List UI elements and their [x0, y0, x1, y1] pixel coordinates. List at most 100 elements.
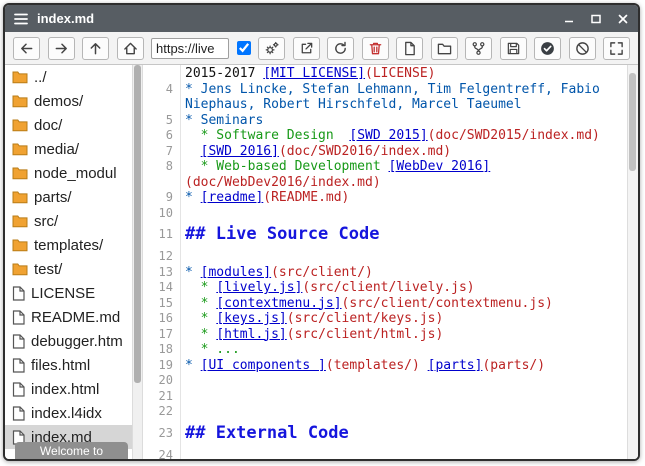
- code-line[interactable]: 14 * [lively.js](src/client/lively.js): [143, 280, 638, 296]
- sidebar-item-src[interactable]: src/: [5, 209, 132, 233]
- up-arrow-icon: [88, 41, 103, 56]
- up-button[interactable]: [82, 37, 109, 60]
- sidebar-scrollbar: [132, 65, 143, 459]
- code-line[interactable]: 21: [143, 389, 638, 405]
- code-line[interactable]: 11## Live Source Code: [143, 221, 638, 249]
- code-line[interactable]: 6 * Software Design [SWD 2015](doc/SWD20…: [143, 128, 638, 144]
- save-floppy-icon: [506, 41, 521, 56]
- sidebar-item-templates[interactable]: templates/: [5, 233, 132, 257]
- minimize-button[interactable]: [563, 13, 575, 25]
- sidebar-item-doc[interactable]: doc/: [5, 113, 132, 137]
- code-text: * [contextmenu.js](src/client/contextmen…: [180, 296, 553, 312]
- close-button[interactable]: [617, 13, 629, 25]
- git-branch-button[interactable]: [465, 37, 492, 60]
- maximize-button[interactable]: [590, 13, 602, 25]
- sidebar-item-label: LICENSE: [31, 285, 95, 302]
- code-line[interactable]: 17 * [html.js](src/client/html.js): [143, 327, 638, 343]
- main-area: ../ demos/doc/media/node_modul parts/src/t…: [5, 65, 638, 459]
- sidebar-item-node-modul[interactable]: node_modul: [5, 161, 132, 185]
- code-line[interactable]: (doc/WebDev2016/index.md): [143, 175, 638, 191]
- sidebar-scrollbar-thumb[interactable]: [134, 65, 141, 383]
- code-text: [180, 389, 185, 405]
- editor-scrollbar-thumb[interactable]: [629, 73, 636, 171]
- refresh-icon: [333, 41, 348, 56]
- sidebar-item-label: src/: [34, 213, 58, 230]
- sidebar-item-label: node_modul: [34, 165, 117, 182]
- line-number: 6: [143, 128, 180, 144]
- code-line[interactable]: 13* [modules](src/client/): [143, 265, 638, 281]
- code-line[interactable]: 4* Jens Lincke, Stefan Lehmann, Tim Felg…: [143, 82, 638, 98]
- code-line[interactable]: 20: [143, 373, 638, 389]
- code-line[interactable]: 10: [143, 206, 638, 222]
- code-line[interactable]: 19* [UI components ](templates/) [parts]…: [143, 358, 638, 374]
- sidebar-item-label: demos/: [34, 93, 83, 110]
- code-text: * Jens Lincke, Stefan Lehmann, Tim Felge…: [180, 82, 600, 98]
- file-icon: [12, 358, 25, 373]
- sidebar-item-label: files.html: [31, 357, 90, 374]
- line-number: 22: [143, 404, 180, 420]
- line-number: 7: [143, 144, 180, 160]
- code-text: (doc/WebDev2016/index.md): [180, 175, 381, 191]
- editor-scrollbar: [627, 65, 638, 459]
- url-input[interactable]: [151, 38, 229, 59]
- code-line[interactable]: 23## External Code: [143, 420, 638, 448]
- new-file-button[interactable]: [396, 37, 423, 60]
- code-line[interactable]: 16 * [keys.js](src/client/keys.js): [143, 311, 638, 327]
- code-line[interactable]: Niephaus, Robert Hirschfeld, Marcel Taeu…: [143, 97, 638, 113]
- auto-sync-checkbox[interactable]: [237, 41, 251, 55]
- line-number: 23: [143, 420, 180, 448]
- sidebar-item-label: doc/: [34, 117, 62, 134]
- sidebar-item-readme-md[interactable]: README.md: [5, 305, 132, 329]
- line-number: 8: [143, 159, 180, 175]
- refresh-button[interactable]: [327, 37, 354, 60]
- code-line[interactable]: 5* Seminars: [143, 113, 638, 129]
- code-line[interactable]: 15 * [contextmenu.js](src/client/context…: [143, 296, 638, 312]
- folder-icon: [12, 190, 28, 204]
- folder-button[interactable]: [431, 37, 458, 60]
- home-icon: [123, 41, 138, 56]
- back-button[interactable]: [13, 37, 40, 60]
- code-line[interactable]: 7 [SWD 2016](doc/SWD2016/index.md): [143, 144, 638, 160]
- code-text: [180, 448, 185, 460]
- sidebar-item-debugger-htm[interactable]: debugger.htm: [5, 329, 132, 353]
- delete-button[interactable]: [362, 37, 389, 60]
- sidebar-item-media[interactable]: media/: [5, 137, 132, 161]
- line-number: 10: [143, 206, 180, 222]
- file-icon: [12, 406, 25, 421]
- line-number: 18: [143, 342, 180, 358]
- open-external-button[interactable]: [293, 37, 320, 60]
- sidebar-item-[interactable]: ../: [5, 65, 132, 89]
- code-text: * ...: [180, 342, 240, 358]
- sidebar-item-license[interactable]: LICENSE: [5, 281, 132, 305]
- code-line[interactable]: 8 * Web-based Development [WebDev 2016]: [143, 159, 638, 175]
- code-line[interactable]: 12: [143, 249, 638, 265]
- home-button[interactable]: [117, 37, 144, 60]
- accept-button[interactable]: [534, 37, 561, 60]
- code-line[interactable]: 18 * ...: [143, 342, 638, 358]
- sidebar-item-test[interactable]: test/: [5, 257, 132, 281]
- sidebar-item-index-html[interactable]: index.html: [5, 377, 132, 401]
- sidebar-item-demos[interactable]: demos/: [5, 89, 132, 113]
- fullscreen-icon: [609, 41, 624, 56]
- settings-button[interactable]: [258, 37, 285, 60]
- sidebar-item-label: debugger.htm: [31, 333, 123, 350]
- code-line[interactable]: 2015-2017 [MIT LICENSE](LICENSE): [143, 66, 638, 82]
- markdown-editor[interactable]: 2015-2017 [MIT LICENSE](LICENSE)4* Jens …: [143, 65, 638, 459]
- sidebar-item-parts[interactable]: parts/: [5, 185, 132, 209]
- cancel-button[interactable]: [569, 37, 596, 60]
- line-number: 21: [143, 389, 180, 405]
- sidebar-item-label: parts/: [34, 189, 72, 206]
- code-line[interactable]: 24: [143, 448, 638, 460]
- titlebar[interactable]: index.md: [5, 5, 638, 32]
- sidebar-item-index-l4idx[interactable]: index.l4idx: [5, 401, 132, 425]
- forward-button[interactable]: [48, 37, 75, 60]
- code-line[interactable]: 9* [readme](README.md): [143, 190, 638, 206]
- hamburger-menu-icon[interactable]: [14, 13, 28, 25]
- save-button[interactable]: [500, 37, 527, 60]
- sidebar-item-label: ../: [34, 69, 47, 86]
- fullscreen-button[interactable]: [603, 37, 630, 60]
- sidebar-item-files-html[interactable]: files.html: [5, 353, 132, 377]
- line-number: 12: [143, 249, 180, 265]
- code-line[interactable]: 22: [143, 404, 638, 420]
- folder-icon: [12, 70, 28, 84]
